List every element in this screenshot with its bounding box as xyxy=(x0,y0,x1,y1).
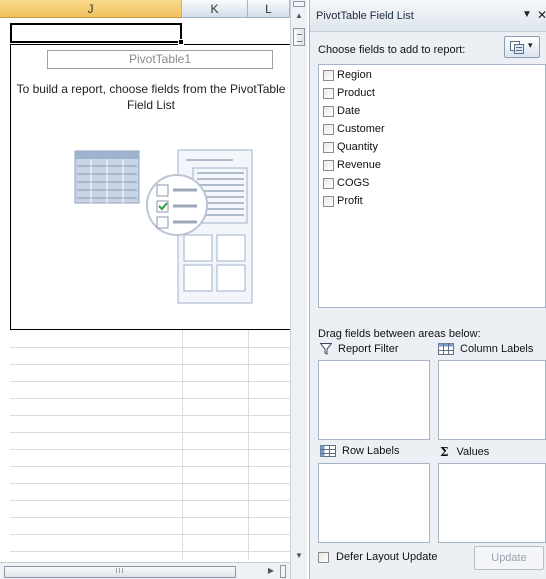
pivot-instructions-line1: To build a report, choose fields from th… xyxy=(16,82,286,96)
field-checkbox[interactable] xyxy=(323,87,334,99)
column-header-k[interactable]: K xyxy=(182,0,248,18)
row-labels-label: Row Labels xyxy=(342,445,400,457)
panel-title: PivotTable Field List xyxy=(316,10,414,22)
values-label: Values xyxy=(456,446,490,458)
close-icon[interactable]: ✕ xyxy=(537,8,546,22)
chevron-down-icon: ▾ xyxy=(528,40,533,50)
values-drop-zone[interactable] xyxy=(438,463,546,543)
field-label: COGS xyxy=(337,177,370,189)
pivot-instructions-line2: Field List xyxy=(126,98,176,112)
worksheet: J K L PivotTable1 To build a report, cho… xyxy=(0,0,290,579)
field-item-revenue[interactable]: Revenue xyxy=(323,157,381,173)
panel-options-dropdown-icon[interactable]: ▼ xyxy=(522,9,532,20)
row-labels-drop-zone[interactable] xyxy=(318,463,430,543)
field-item-customer[interactable]: Customer xyxy=(323,121,385,137)
field-label: Profit xyxy=(337,195,363,207)
field-label: Customer xyxy=(337,123,385,135)
column-grid-icon xyxy=(438,343,454,355)
pivot-table-placeholder[interactable]: PivotTable1 To build a report, choose fi… xyxy=(10,44,290,330)
defer-layout-checkbox[interactable] xyxy=(318,551,329,563)
scroll-up-arrow-icon[interactable]: ▲ xyxy=(293,10,305,22)
gridline xyxy=(182,330,183,560)
vertical-scroll-thumb[interactable] xyxy=(293,28,305,46)
field-label: Product xyxy=(337,87,375,99)
horizontal-split-box[interactable] xyxy=(280,565,286,578)
column-labels-drop-zone[interactable] xyxy=(438,360,546,440)
field-list-box: Region Product Date Customer Quantity Re… xyxy=(318,64,546,308)
choose-fields-label: Choose fields to add to report: xyxy=(318,44,466,56)
column-labels-label: Column Labels xyxy=(460,343,534,355)
row-labels-area-title: Row Labels xyxy=(320,445,399,457)
vertical-split-box[interactable] xyxy=(293,1,305,7)
column-header-l[interactable]: L xyxy=(248,0,290,18)
field-checkbox[interactable] xyxy=(323,159,334,171)
field-label: Date xyxy=(337,105,361,117)
field-item-region[interactable]: Region xyxy=(323,67,372,83)
active-cell[interactable] xyxy=(10,23,182,43)
pivot-instructions: To build a report, choose fields from th… xyxy=(11,81,290,113)
update-button[interactable]: Update xyxy=(474,546,544,570)
field-checkbox[interactable] xyxy=(323,195,334,207)
fill-handle[interactable] xyxy=(178,39,184,45)
field-label: Region xyxy=(337,69,372,81)
pivot-field-list-panel: PivotTable Field List ▼ ✕ Choose fields … xyxy=(309,0,546,579)
panel-header: PivotTable Field List ▼ ✕ xyxy=(310,0,546,32)
field-item-cogs[interactable]: COGS xyxy=(323,175,369,191)
column-labels-area-title: Column Labels xyxy=(438,343,533,355)
column-header-j[interactable]: J xyxy=(0,0,182,18)
field-checkbox[interactable] xyxy=(323,177,334,189)
report-filter-drop-zone[interactable] xyxy=(318,360,430,440)
report-filter-label: Report Filter xyxy=(338,343,399,355)
values-area-title: Σ Values xyxy=(440,445,489,459)
field-item-product[interactable]: Product xyxy=(323,85,375,101)
scroll-right-arrow-icon[interactable]: ▶ xyxy=(266,565,276,577)
pivot-table-name: PivotTable1 xyxy=(47,50,273,69)
horizontal-scrollbar[interactable]: III ▶ xyxy=(0,562,290,579)
horizontal-scroll-thumb[interactable]: III xyxy=(4,566,236,578)
field-label: Quantity xyxy=(337,141,378,153)
field-checkbox[interactable] xyxy=(323,105,334,117)
gridline xyxy=(248,330,249,560)
layout-icon xyxy=(510,41,524,54)
filter-icon xyxy=(320,343,332,355)
field-checkbox[interactable] xyxy=(323,123,334,135)
sigma-icon: Σ xyxy=(440,445,449,459)
vertical-scrollbar[interactable]: ▲ ▼ xyxy=(290,0,307,579)
field-item-quantity[interactable]: Quantity xyxy=(323,139,378,155)
drag-fields-label: Drag fields between areas below: xyxy=(318,328,481,340)
scroll-down-arrow-icon[interactable]: ▼ xyxy=(293,550,305,562)
pivot-illustration-icon xyxy=(74,149,253,304)
defer-layout-label: Defer Layout Update xyxy=(336,551,438,563)
field-item-profit[interactable]: Profit xyxy=(323,193,363,209)
defer-layout-update-option[interactable]: Defer Layout Update xyxy=(318,551,438,563)
field-label: Revenue xyxy=(337,159,382,171)
row-grid-icon xyxy=(320,445,336,457)
field-checkbox[interactable] xyxy=(323,69,334,81)
field-checkbox[interactable] xyxy=(323,141,334,153)
field-list-layout-button[interactable]: ▾ xyxy=(504,36,540,58)
report-filter-area-title: Report Filter xyxy=(320,343,399,355)
field-item-date[interactable]: Date xyxy=(323,103,360,119)
